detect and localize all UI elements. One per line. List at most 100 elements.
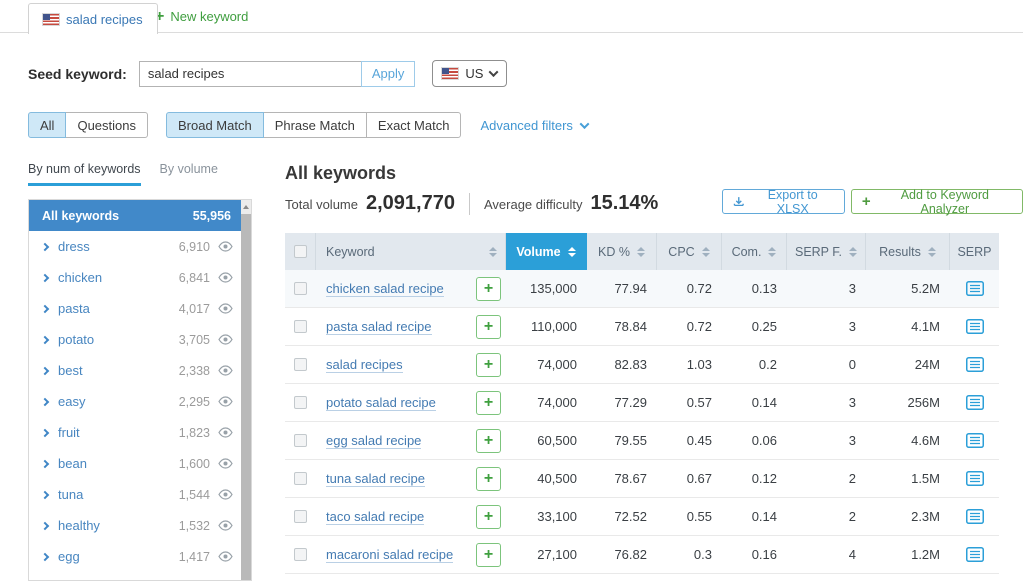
keyword-link[interactable]: salad recipes [326, 357, 403, 373]
add-keyword-button[interactable]: + [476, 467, 501, 491]
eye-icon[interactable] [218, 396, 233, 407]
keyword-link[interactable]: egg salad recipe [326, 433, 421, 449]
eye-icon[interactable] [218, 241, 233, 252]
sidebar-group-item[interactable]: best 2,338 [29, 355, 243, 386]
serp-view-button[interactable] [966, 471, 984, 486]
row-checkbox[interactable] [294, 510, 307, 523]
eye-icon[interactable] [218, 489, 233, 500]
keyword-link[interactable]: chicken salad recipe [326, 281, 444, 297]
sidebar-group-item[interactable]: bean 1,600 [29, 448, 243, 479]
column-header-cpc[interactable]: CPC [657, 233, 722, 270]
keywords-table: Keyword Volume KD % CPC Com. SERP F. Res… [285, 233, 999, 574]
keyword-link[interactable]: potato salad recipe [326, 395, 436, 411]
eye-icon[interactable] [218, 272, 233, 283]
serp-view-button[interactable] [966, 319, 984, 334]
kd-value: 78.67 [587, 471, 657, 486]
group-label[interactable]: pasta [58, 301, 90, 316]
sidebar-group-item[interactable]: pasta 4,017 [29, 293, 243, 324]
group-label[interactable]: tuna [58, 487, 83, 502]
total-volume-label: Total volume [285, 197, 358, 212]
serp-view-button[interactable] [966, 433, 984, 448]
eye-icon[interactable] [218, 334, 233, 345]
group-label[interactable]: potato [58, 332, 94, 347]
add-keyword-button[interactable]: + [476, 429, 501, 453]
filter-questions-button[interactable]: Questions [65, 112, 148, 138]
group-label[interactable]: fruit [58, 425, 80, 440]
filter-exact-match-button[interactable]: Exact Match [366, 112, 462, 138]
serp-view-button[interactable] [966, 395, 984, 410]
row-checkbox[interactable] [294, 472, 307, 485]
column-header-results[interactable]: Results [866, 233, 950, 270]
filter-phrase-match-button[interactable]: Phrase Match [263, 112, 367, 138]
sidebar-item-all-keywords[interactable]: All keywords 55,956 [29, 200, 243, 231]
advanced-filters-link[interactable]: Advanced filters [480, 118, 588, 133]
region-dropdown[interactable]: US [432, 60, 507, 87]
seed-keyword-input[interactable] [139, 61, 361, 87]
group-label[interactable]: healthy [58, 518, 100, 533]
sidebar-group-item[interactable]: fruit 1,823 [29, 417, 243, 448]
serp-view-button[interactable] [966, 509, 984, 524]
apply-button[interactable]: Apply [361, 61, 416, 87]
tab-by-num-of-keywords[interactable]: By num of keywords [28, 162, 141, 186]
sidebar-group-item[interactable]: easy 2,295 [29, 386, 243, 417]
eye-icon[interactable] [218, 303, 233, 314]
keyword-link[interactable]: taco salad recipe [326, 509, 424, 525]
row-checkbox[interactable] [294, 396, 307, 409]
filter-all-button[interactable]: All [28, 112, 66, 138]
row-checkbox[interactable] [294, 434, 307, 447]
sidebar-group-item[interactable]: egg 1,417 [29, 541, 243, 572]
add-keyword-button[interactable]: + [476, 353, 501, 377]
serp-features-value: 3 [787, 433, 866, 448]
export-xlsx-button[interactable]: Export to XLSX [722, 189, 845, 214]
keyword-link[interactable]: tuna salad recipe [326, 471, 425, 487]
eye-icon[interactable] [218, 427, 233, 438]
select-all-checkbox[interactable] [294, 245, 307, 258]
filter-broad-match-button[interactable]: Broad Match [166, 112, 264, 138]
column-header-volume[interactable]: Volume [506, 233, 587, 270]
group-label[interactable]: egg [58, 549, 80, 564]
sidebar-group-item[interactable]: tuna 1,544 [29, 479, 243, 510]
group-count: 4,017 [179, 302, 210, 316]
us-flag-icon [43, 14, 59, 25]
add-keyword-button[interactable]: + [476, 277, 501, 301]
eye-icon[interactable] [218, 520, 233, 531]
column-header-com[interactable]: Com. [722, 233, 787, 270]
sort-icon [928, 247, 936, 257]
serp-view-button[interactable] [966, 281, 984, 296]
scrollbar-thumb[interactable] [241, 214, 251, 580]
row-checkbox[interactable] [294, 358, 307, 371]
add-keyword-button[interactable]: + [476, 391, 501, 415]
row-checkbox[interactable] [294, 548, 307, 561]
eye-icon[interactable] [218, 551, 233, 562]
sidebar-group-item[interactable]: potato 3,705 [29, 324, 243, 355]
group-label[interactable]: dress [58, 239, 90, 254]
eye-icon[interactable] [218, 365, 233, 376]
column-header-serp-features[interactable]: SERP F. [787, 233, 866, 270]
add-keyword-button[interactable]: + [476, 543, 501, 567]
scroll-up-arrow-icon[interactable] [241, 200, 251, 214]
serp-view-button[interactable] [966, 357, 984, 372]
sidebar-scrollbar[interactable] [241, 200, 251, 580]
group-label[interactable]: bean [58, 456, 87, 471]
keyword-link[interactable]: pasta salad recipe [326, 319, 432, 335]
sidebar-group-item[interactable]: healthy 1,532 [29, 510, 243, 541]
add-to-keyword-analyzer-button[interactable]: + Add to Keyword Analyzer [851, 189, 1023, 214]
group-label[interactable]: easy [58, 394, 85, 409]
group-label[interactable]: chicken [58, 270, 102, 285]
tab-salad-recipes[interactable]: salad recipes [28, 3, 158, 34]
group-label[interactable]: best [58, 363, 83, 378]
column-header-kd[interactable]: KD % [587, 233, 657, 270]
row-checkbox[interactable] [294, 282, 307, 295]
add-keyword-button[interactable]: + [476, 505, 501, 529]
column-header-keyword[interactable]: Keyword [316, 233, 506, 270]
new-keyword-tab[interactable]: + New keyword [155, 0, 248, 33]
sidebar-group-item[interactable]: chicken 6,841 [29, 262, 243, 293]
add-keyword-button[interactable]: + [476, 315, 501, 339]
serp-view-button[interactable] [966, 547, 984, 562]
tab-by-volume[interactable]: By volume [160, 162, 218, 186]
sidebar-group-item[interactable]: dress 6,910 [29, 231, 243, 262]
keyword-link[interactable]: macaroni salad recipe [326, 547, 453, 563]
results-value: 256M [866, 395, 950, 410]
row-checkbox[interactable] [294, 320, 307, 333]
eye-icon[interactable] [218, 458, 233, 469]
